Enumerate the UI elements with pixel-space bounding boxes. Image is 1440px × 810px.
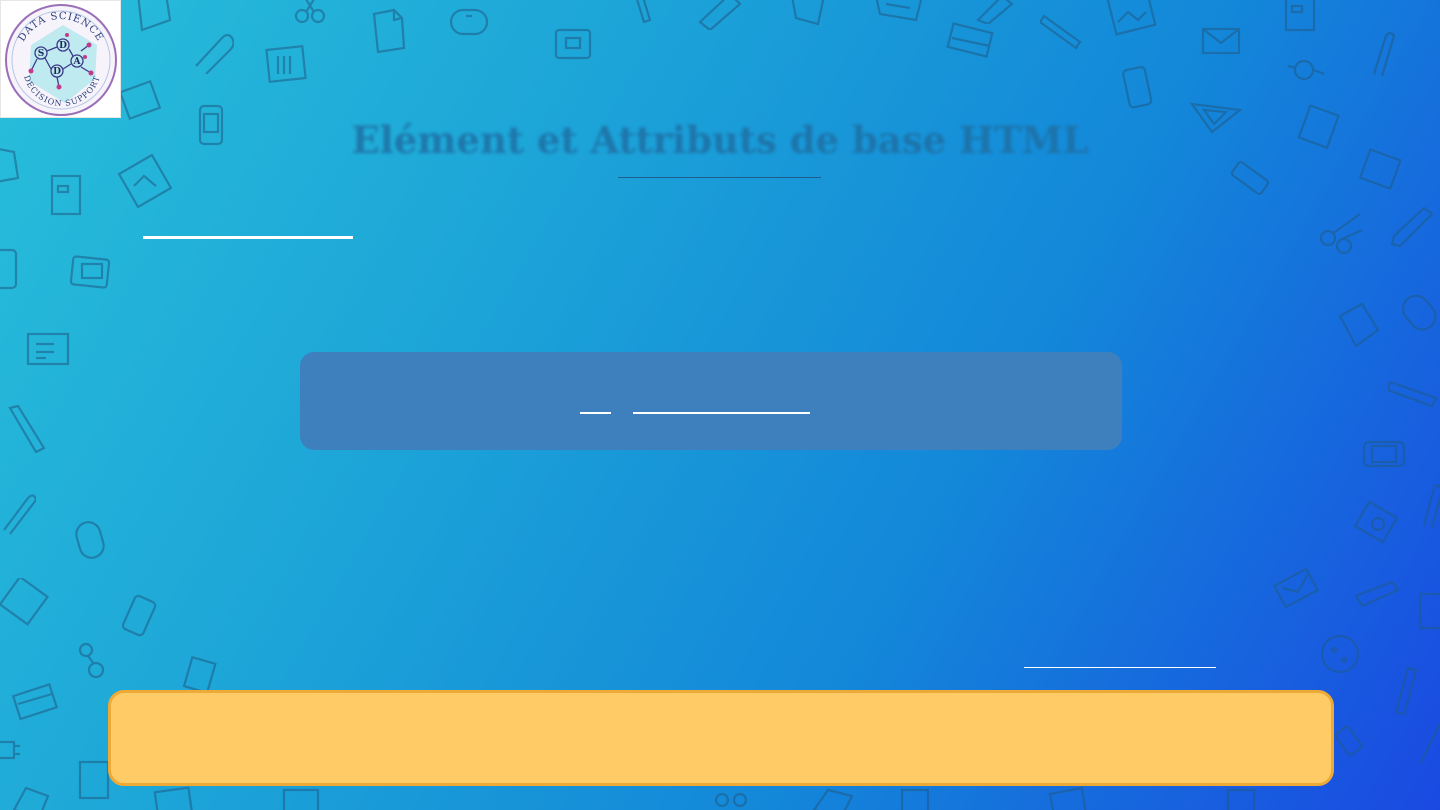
notebook-icon [1284, 0, 1316, 32]
notebook-icon [1226, 788, 1256, 810]
accent-line-right [1024, 667, 1216, 668]
callout-box [108, 690, 1334, 786]
pen-icon [636, 0, 652, 24]
panel-accent-line-short [580, 412, 611, 414]
image-icon [1106, 0, 1157, 36]
card-icon [11, 683, 59, 721]
document-icon [791, 0, 825, 26]
receipt-icon [182, 656, 217, 692]
phone-icon [1122, 65, 1153, 109]
camera-icon [1354, 500, 1399, 544]
marker-icon [1354, 580, 1400, 608]
accent-line-left [143, 236, 353, 239]
data-science-decision-support-logo: DATA SCIENCE DECISION SUPPORT S D D A [5, 4, 117, 116]
document-icon [137, 0, 172, 32]
logo-letter-a: A [73, 57, 82, 67]
mouse-icon [449, 8, 489, 36]
mouse-icon [1401, 294, 1437, 331]
logo-letter-s: S [38, 49, 45, 59]
pen-icon [1388, 380, 1438, 408]
mouse-icon [75, 521, 105, 559]
pencil-icon [1040, 14, 1082, 50]
tablet-icon [69, 255, 111, 289]
image-icon [153, 786, 194, 810]
note-icon [875, 0, 923, 22]
note-icon [812, 788, 854, 810]
scissors-icon [1419, 723, 1440, 765]
mail-icon [1272, 567, 1320, 609]
card-icon [946, 22, 994, 58]
paperclip-icon [195, 33, 234, 74]
usb-icon [0, 740, 20, 760]
ruler-icon [1394, 666, 1418, 716]
logo-letter-d: D [59, 41, 67, 51]
scissors-icon [1287, 59, 1325, 81]
scissors-icon [1319, 213, 1363, 255]
title-underline [618, 177, 821, 178]
mail-icon [1201, 27, 1241, 55]
cookie-icon [1320, 634, 1360, 674]
receipt-icon [900, 788, 930, 810]
logo: DATA SCIENCE DECISION SUPPORT S D D A [0, 0, 121, 118]
phone-icon [0, 248, 18, 290]
paperclip-icon [1372, 31, 1396, 77]
wallet-icon [118, 79, 162, 121]
phone-icon [121, 594, 157, 637]
list-icon [0, 578, 50, 626]
usb-icon [1230, 161, 1270, 195]
logo-letter-d2: D [53, 67, 61, 77]
wallet-icon [554, 28, 592, 60]
document-icon [1048, 786, 1087, 810]
ruler-icon [976, 0, 1014, 24]
note-icon [26, 332, 70, 366]
content-panel [300, 352, 1122, 450]
panel-accent-line-long [633, 412, 810, 414]
paperclip-icon [1422, 484, 1440, 529]
card-icon [282, 788, 320, 810]
usb-icon [1334, 725, 1363, 756]
document-icon [12, 786, 50, 810]
scissors-icon [294, 0, 326, 24]
document-icon [1338, 302, 1380, 348]
game-console-icon [1362, 440, 1406, 468]
notebook-icon [1418, 592, 1440, 630]
slide-title: Elément et Attributs de base HTML [351, 118, 1089, 162]
glasses-icon [78, 642, 105, 679]
notebook-icon [50, 174, 82, 216]
pencil-icon [1390, 206, 1434, 248]
paperclip-icon [3, 494, 36, 535]
ruler-icon [698, 0, 742, 30]
scissors-icon [714, 792, 748, 808]
pencil-icon [8, 404, 46, 454]
document-icon [372, 8, 406, 54]
list-icon [265, 44, 307, 84]
